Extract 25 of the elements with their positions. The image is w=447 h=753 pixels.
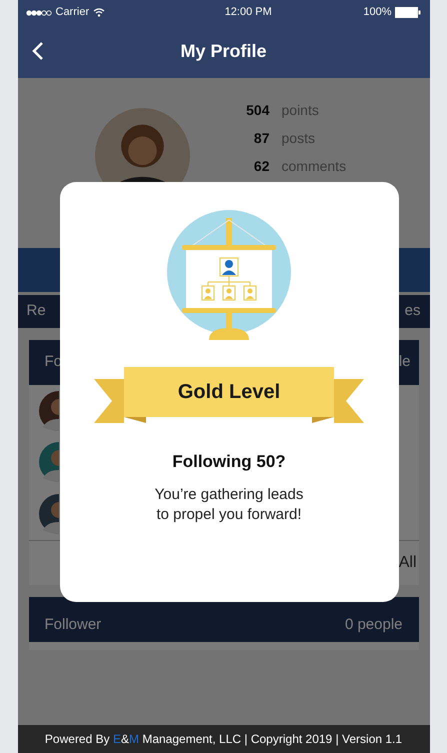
screen-title: My Profile [180,40,267,63]
stat-value: 62 [252,158,270,174]
presentation-board-icon [164,210,294,340]
battery-icon [395,7,422,18]
card-count: le [398,352,410,372]
time-text: 12:00 PM [224,5,272,20]
stat-value: 504 [245,102,270,118]
stat-label: comments [282,158,346,174]
card-title: Follower [44,614,102,634]
stat-value: 87 [252,130,270,146]
battery-text: 100% [363,5,392,20]
footer-text: Powered By E&M Management, LLC | Copyright 2019 | Version 1.1 [44,731,402,748]
stat-label: posts [282,130,315,146]
back-icon [32,41,44,61]
tab[interactable]: es [404,300,420,323]
modal-message: You’re gathering leads to propel you forward! [154,484,304,524]
signal-icon [26,10,52,16]
see-all-link[interactable]: All [398,551,416,575]
carrier-text: Carrier [56,5,90,20]
stat-label: points [282,102,319,118]
tab[interactable]: Re [26,300,46,323]
wifi-icon [93,8,106,17]
level-title: Gold Level [178,380,280,405]
card-count: 0 people [344,614,402,634]
modal-title: Following 50? [172,451,286,473]
